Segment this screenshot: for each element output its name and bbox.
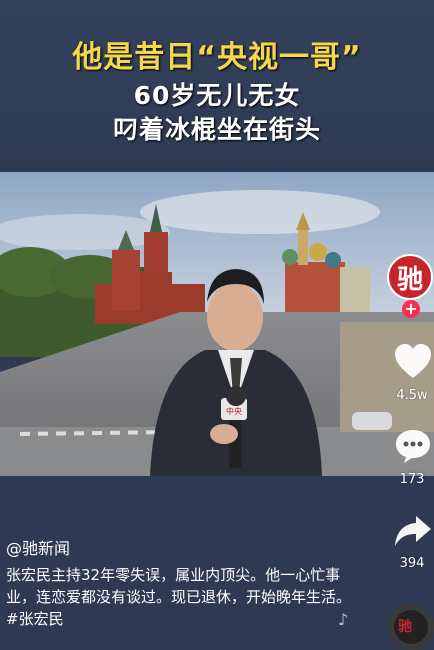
like-button[interactable] (394, 344, 432, 384)
share-button[interactable] (394, 514, 432, 552)
comment-count: 173 (399, 472, 425, 487)
like-count: 4.5w (396, 388, 428, 403)
comment-button[interactable] (394, 428, 432, 468)
video-player[interactable]: 中央 (0, 172, 434, 476)
disc-char: 驰 (398, 619, 412, 635)
author-handle[interactable]: @驰新闻 (6, 535, 70, 559)
title-line-2: 60岁无儿无女 (133, 81, 301, 110)
hashtag-link[interactable]: #张宏民 (6, 610, 64, 628)
follow-button[interactable]: + (402, 300, 420, 318)
avatar-char: 驰 (396, 264, 423, 295)
title-line-1: 他是昔日“央视一哥” (72, 40, 362, 75)
caption-text: 张宏民主持32年零失误，属业内顶尖。他一心忙事业，连恋爱都没有谈过。现已退休，开… (6, 566, 352, 606)
music-disc[interactable]: 驰 (388, 604, 434, 650)
share-arrow-icon (395, 516, 431, 546)
heart-icon (395, 344, 431, 378)
music-note-icon: ♪ (338, 610, 349, 629)
comment-icon (396, 430, 430, 463)
title-line-3: 叼着冰棍坐在街头 (112, 115, 321, 144)
author-avatar[interactable]: 驰 (387, 254, 433, 300)
video-frame: 中央 (0, 172, 434, 476)
mic-label: 中央 (226, 406, 242, 416)
share-count: 394 (399, 556, 425, 571)
title-overlay: 他是昔日“央视一哥” 60岁无儿无女 叼着冰棍坐在街头 (0, 0, 434, 172)
post-caption: 张宏民主持32年零失误，属业内顶尖。他一心忙事业，连恋爱都没有谈过。现已退休，开… (6, 564, 351, 630)
